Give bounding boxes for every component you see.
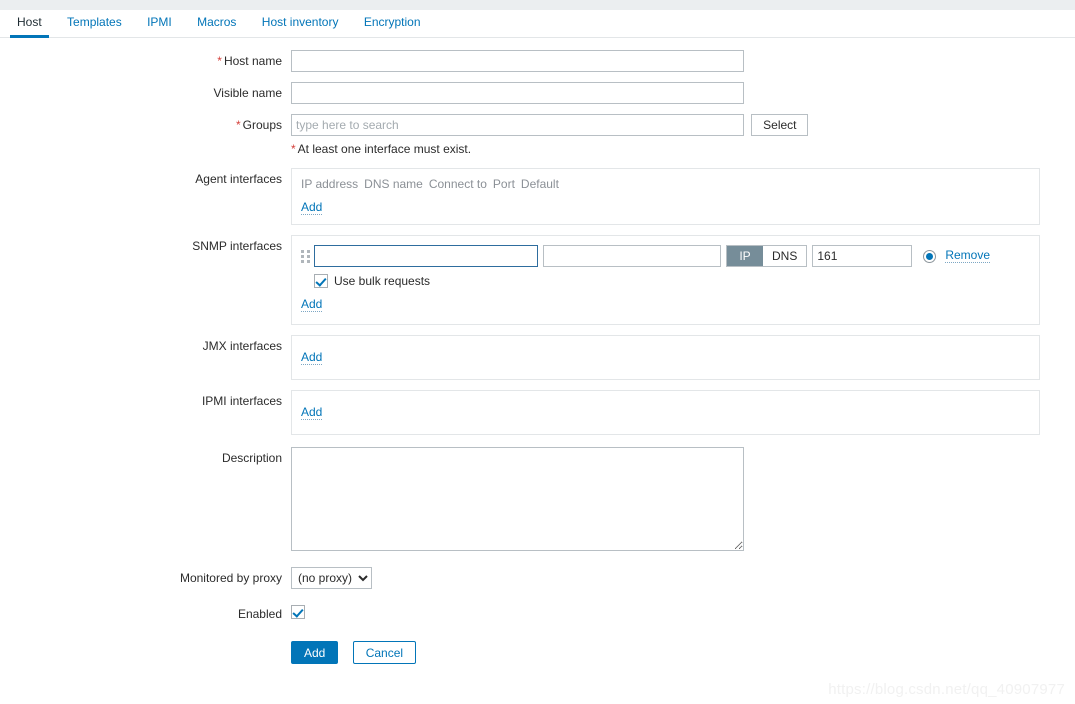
field-row-snmp-interfaces: SNMP interfaces IP DNS Remove (0, 235, 1075, 325)
snmp-connect-to-toggle: IP DNS (726, 245, 808, 267)
snmp-interface-row: IP DNS Remove (301, 245, 1030, 267)
ipmi-interfaces-label: IPMI interfaces (201, 394, 282, 408)
host-form: *Host name Visible name *Groups Select *… (0, 38, 1075, 664)
field-row-groups: *Groups Select (0, 114, 1075, 136)
column-dns-name: DNS name (364, 177, 423, 191)
field-row-enabled: Enabled (0, 603, 1075, 621)
snmp-remove-link[interactable]: Remove (945, 249, 991, 263)
snmp-dns-name-input[interactable] (543, 245, 721, 267)
field-row-visible-name: Visible name (0, 82, 1075, 104)
use-bulk-requests-label: Use bulk requests (334, 274, 431, 288)
monitored-by-proxy-select[interactable]: (no proxy) (291, 567, 372, 589)
field-row-jmx-interfaces: JMX interfaces Add (0, 335, 1075, 380)
field-row-monitored-by-proxy: Monitored by proxy (no proxy) (0, 567, 1075, 589)
agent-interfaces-box: IP address DNS name Connect to Port Default … (291, 168, 1040, 225)
snmp-ip-address-input[interactable] (314, 245, 538, 267)
field-row-ipmi-interfaces: IPMI interfaces Add (0, 390, 1075, 435)
connect-to-ip-button[interactable]: IP (727, 246, 763, 266)
snmp-interfaces-box: IP DNS Remove Use bulk requests Add (291, 235, 1040, 325)
use-bulk-requests-row: Use bulk requests (314, 274, 1030, 288)
actions-spacer (0, 641, 291, 645)
add-button[interactable]: Add (291, 641, 339, 664)
visible-name-input[interactable] (291, 82, 744, 104)
snmp-port-input[interactable] (812, 245, 913, 267)
visible-name-label: Visible name (213, 86, 282, 100)
required-asterisk: * (291, 142, 296, 156)
column-ip-address: IP address (301, 177, 359, 191)
field-row-agent-interfaces: Agent interfaces IP address DNS name Conne… (0, 168, 1075, 225)
agent-interfaces-columns: IP address DNS name Connect to Port Default (301, 177, 1030, 191)
host-name-label: * Host name (217, 54, 282, 68)
watermark: https://blog.csdn.net/qq_40907977 (828, 681, 1065, 698)
groups-input[interactable] (291, 114, 744, 136)
tab-ipmi[interactable]: IPMI (136, 10, 183, 37)
groups-select-button[interactable]: Select (751, 114, 809, 136)
column-port: Port (492, 177, 515, 191)
snmp-default-radio[interactable] (923, 249, 937, 263)
tab-host[interactable]: Host (6, 10, 53, 38)
column-default: Default (520, 177, 559, 191)
jmx-interfaces-box: Add (291, 335, 1040, 380)
tab-host-inventory[interactable]: Host inventory (251, 10, 350, 37)
use-bulk-requests-checkbox[interactable] (314, 274, 328, 288)
ipmi-interfaces-box: Add (291, 390, 1040, 435)
form-actions: Add Cancel (0, 641, 1075, 664)
snmp-interfaces-label: SNMP interfaces (192, 239, 282, 253)
snmp-interfaces-add-link[interactable]: Add (301, 298, 323, 312)
tab-bar: Host Templates IPMI Macros Host inventor… (0, 10, 1075, 38)
note-spacer (0, 140, 291, 144)
top-strip (0, 0, 1075, 10)
field-row-description: Description (0, 447, 1075, 554)
agent-interfaces-label: Agent interfaces (195, 172, 282, 186)
interface-requirement-note: * At least one interface must exist. (0, 140, 1075, 156)
jmx-interfaces-label: JMX interfaces (202, 339, 282, 353)
monitored-by-proxy-label: Monitored by proxy (179, 571, 282, 585)
cancel-button[interactable]: Cancel (352, 641, 417, 664)
description-label: Description (221, 451, 282, 465)
required-asterisk: * (217, 54, 222, 68)
enabled-label: Enabled (237, 607, 282, 621)
drag-handle-icon[interactable] (301, 248, 310, 264)
description-textarea[interactable] (291, 447, 744, 551)
groups-label: * Groups (235, 118, 282, 132)
field-row-host-name: * Host name (0, 50, 1075, 72)
tab-templates[interactable]: Templates (56, 10, 133, 37)
tab-macros[interactable]: Macros (186, 10, 247, 37)
host-name-input[interactable] (291, 50, 744, 72)
enabled-checkbox[interactable] (291, 605, 305, 619)
agent-interfaces-add-link[interactable]: Add (301, 201, 323, 215)
ipmi-interfaces-add-link[interactable]: Add (301, 406, 323, 420)
column-connect-to: Connect to (428, 177, 487, 191)
jmx-interfaces-add-link[interactable]: Add (301, 351, 323, 365)
connect-to-dns-button[interactable]: DNS (763, 246, 807, 266)
snmp-add-wrapper: Add (301, 297, 1030, 312)
tab-encryption[interactable]: Encryption (353, 10, 432, 37)
required-asterisk: * (235, 118, 241, 132)
note-text: At least one interface must exist. (297, 142, 472, 156)
